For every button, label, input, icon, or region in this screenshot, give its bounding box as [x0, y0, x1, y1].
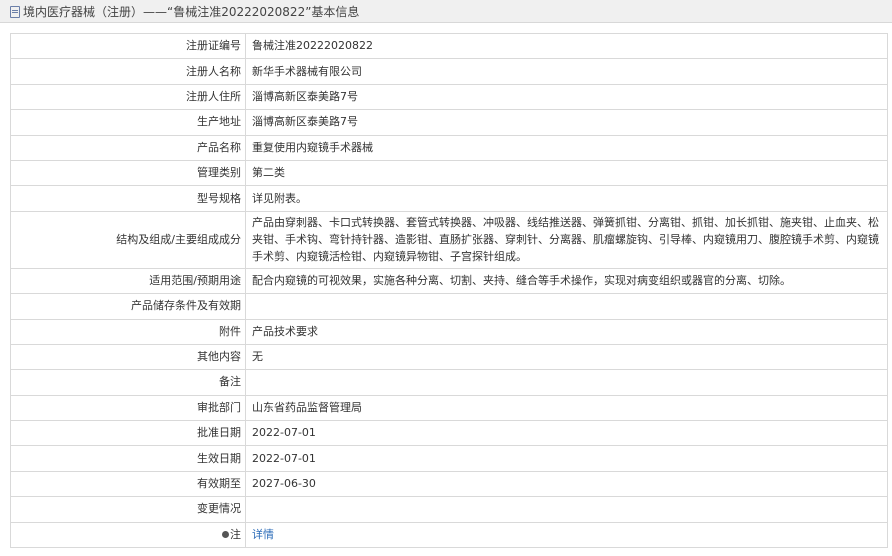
row-value-other-content: 无: [245, 343, 888, 371]
row-value-approval-date: 2022-07-01: [245, 420, 888, 447]
table-row: 注册证编号 鲁械注准20222020822: [10, 32, 888, 60]
row-value-expiry-date: 2027-06-30: [245, 470, 888, 498]
row-value-remarks: [245, 369, 888, 396]
row-value-note: 详情: [245, 521, 888, 549]
row-label-other-content: 其他内容: [10, 343, 246, 371]
table-row: 变更情况: [10, 496, 888, 523]
table-row: 注 详情: [10, 521, 888, 549]
row-value-model-spec: 详见附表。: [245, 185, 888, 212]
row-value-production-address: 淄博高新区泰美路7号: [245, 109, 888, 136]
table-row: 产品储存条件及有效期: [10, 293, 888, 320]
row-value-registration-number: 鲁械注准20222020822: [245, 32, 888, 60]
row-label-effective-date: 生效日期: [10, 445, 246, 472]
row-label-note: 注: [10, 521, 246, 549]
row-value-storage: [245, 293, 888, 320]
table-row: 注册人住所 淄博高新区泰美路7号: [10, 83, 888, 111]
row-label-production-address: 生产地址: [10, 109, 246, 136]
row-value-registrant-address: 淄博高新区泰美路7号: [245, 83, 888, 111]
note-bullet-icon: [222, 530, 229, 538]
details-link[interactable]: 详情: [252, 528, 274, 541]
row-label-intended-use: 适用范围/预期用途: [10, 267, 246, 295]
page-header: 境内医疗器械（注册）——“鲁械注准20222020822”基本信息: [0, 0, 892, 23]
row-label-model-spec: 型号规格: [10, 185, 246, 212]
table-row: 其他内容 无: [10, 343, 888, 371]
row-value-attachment: 产品技术要求: [245, 318, 888, 345]
table-row: 备注: [10, 369, 888, 396]
table-row: 生效日期 2022-07-01: [10, 445, 888, 472]
row-label-remarks: 备注: [10, 369, 246, 396]
row-label-changes: 变更情况: [10, 496, 246, 523]
row-label-registration-number: 注册证编号: [10, 32, 246, 60]
table-row: 管理类别 第二类: [10, 159, 888, 187]
row-value-changes: [245, 496, 888, 523]
row-label-registrant-address: 注册人住所: [10, 83, 246, 111]
row-label-expiry-date: 有效期至: [10, 470, 246, 498]
document-icon: [10, 6, 20, 18]
table-row: 注册人名称 新华手术器械有限公司: [10, 58, 888, 85]
row-label-approval-dept: 审批部门: [10, 394, 246, 422]
row-value-intended-use: 配合内窥镜的可视效果，实施各种分离、切割、夹持、缝合等手术操作，实现对病变组织或…: [245, 267, 888, 295]
table-row: 附件 产品技术要求: [10, 318, 888, 345]
row-label-management-category: 管理类别: [10, 159, 246, 187]
table-row: 结构及组成/主要组成成分 产品由穿刺器、卡口式转换器、套管式转换器、冲吸器、线结…: [10, 210, 888, 269]
table-row: 生产地址 淄博高新区泰美路7号: [10, 109, 888, 136]
table-row: 型号规格 详见附表。: [10, 185, 888, 212]
table-row: 适用范围/预期用途 配合内窥镜的可视效果，实施各种分离、切割、夹持、缝合等手术操…: [10, 267, 888, 295]
row-value-product-name: 重复使用内窥镜手术器械: [245, 134, 888, 161]
page-title: 境内医疗器械（注册）——“鲁械注准20222020822”基本信息: [23, 4, 360, 19]
row-value-effective-date: 2022-07-01: [245, 445, 888, 472]
row-label-attachment: 附件: [10, 318, 246, 345]
table-row: 批准日期 2022-07-01: [10, 420, 888, 447]
note-label: 注: [230, 527, 241, 541]
row-value-registrant-name: 新华手术器械有限公司: [245, 58, 888, 85]
row-label-storage: 产品储存条件及有效期: [10, 293, 246, 320]
row-value-structure: 产品由穿刺器、卡口式转换器、套管式转换器、冲吸器、线结推送器、弹簧抓钳、分离钳、…: [245, 210, 888, 269]
row-label-approval-date: 批准日期: [10, 420, 246, 447]
row-label-product-name: 产品名称: [10, 134, 246, 161]
table-row: 产品名称 重复使用内窥镜手术器械: [10, 134, 888, 161]
table-row: 有效期至 2027-06-30: [10, 470, 888, 498]
row-label-structure: 结构及组成/主要组成成分: [10, 210, 246, 269]
info-table: 注册证编号 鲁械注准20222020822 注册人名称 新华手术器械有限公司 注…: [10, 32, 888, 549]
row-value-management-category: 第二类: [245, 159, 888, 187]
row-value-approval-dept: 山东省药品监督管理局: [245, 394, 888, 422]
table-row: 审批部门 山东省药品监督管理局: [10, 394, 888, 422]
row-label-registrant-name: 注册人名称: [10, 58, 246, 85]
